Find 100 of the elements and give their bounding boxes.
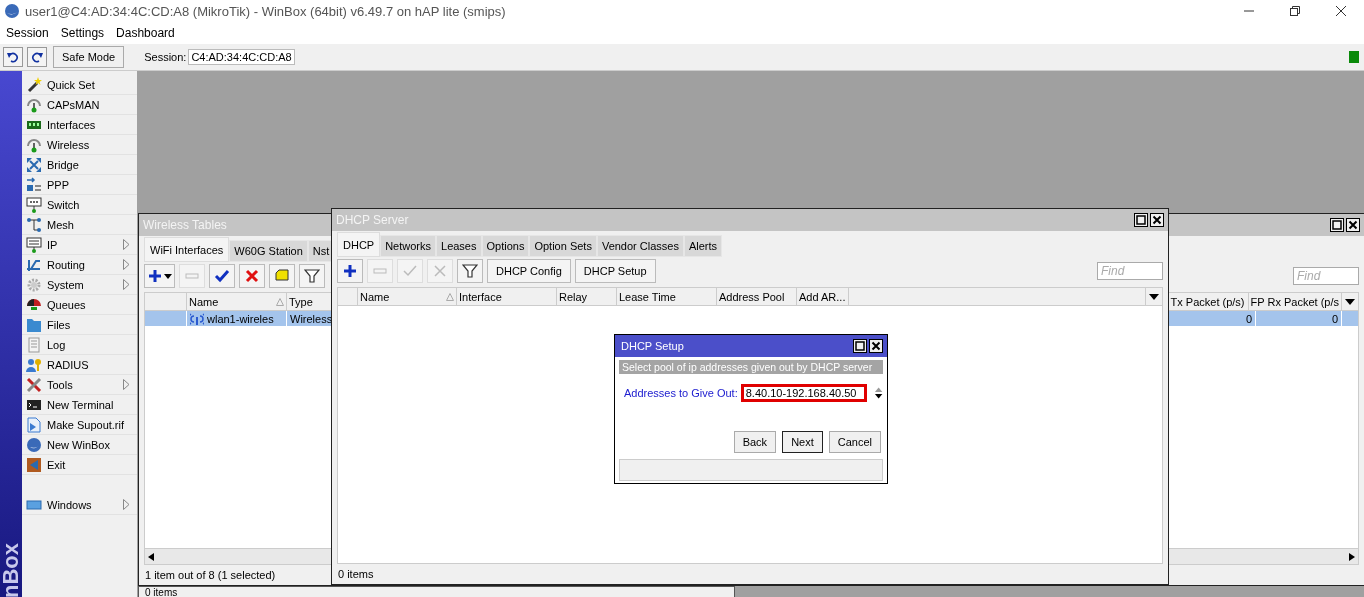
exit-icon	[26, 456, 42, 473]
sidebar-item[interactable]: Tools	[22, 375, 137, 395]
column-header[interactable]: Add AR...	[797, 288, 849, 305]
column-header[interactable]: Relay	[557, 288, 617, 305]
toolbar-button[interactable]: DHCP Config	[487, 259, 571, 283]
undo-icon	[7, 51, 19, 63]
column-header[interactable]: FP Rx Packet (p/s	[1248, 293, 1342, 310]
sidebar-item[interactable]: System	[22, 275, 137, 295]
tab[interactable]: DHCP	[337, 232, 381, 257]
sidebar-item[interactable]: New WinBox	[22, 435, 137, 455]
tab[interactable]: Networks	[380, 235, 436, 257]
menu-item[interactable]: Settings	[54, 26, 111, 40]
sidebar-item[interactable]: IP	[22, 235, 137, 255]
cross-icon	[244, 268, 260, 284]
wireless-icon	[190, 312, 204, 325]
add-icon	[342, 263, 358, 279]
find-field[interactable]: Find	[1097, 262, 1163, 280]
session-field[interactable]: C4:AD:34:4C:CD:A8	[188, 49, 295, 65]
check-icon	[402, 263, 418, 279]
tab[interactable]: WiFi Interfaces	[144, 237, 230, 262]
restore-icon[interactable]	[1290, 6, 1300, 16]
window-title: user1@C4:AD:34:4C:CD:A8 (MikroTik) - WinBox (64bit) v6.49.7 on hAP lite (smips)	[25, 3, 506, 19]
tab[interactable]: Option Sets	[529, 235, 597, 257]
maximize-icon[interactable]	[1134, 213, 1148, 227]
spinner-arrows-icon[interactable]	[873, 386, 883, 400]
sidebar-item[interactable]: Log	[22, 335, 137, 355]
column-header[interactable]: Lease Time	[617, 288, 717, 305]
disable-button[interactable]	[239, 264, 265, 288]
column-header[interactable]: Name	[187, 293, 287, 310]
dialog-button[interactable]: Cancel	[828, 431, 881, 453]
switch-icon	[26, 196, 42, 213]
undo-button[interactable]	[3, 47, 23, 67]
antenna-icon	[26, 136, 42, 153]
redo-button[interactable]	[27, 47, 47, 67]
column-header[interactable]: Address Pool	[717, 288, 797, 305]
sidebar-item[interactable]: Routing	[22, 255, 137, 275]
table-cell: 0	[1331, 312, 1338, 325]
sidebar-item[interactable]: RADIUS	[22, 355, 137, 375]
menu-item[interactable]: Dashboard	[110, 26, 181, 40]
tab[interactable]: Vendor Classes	[596, 235, 684, 257]
find-field[interactable]: Find	[1293, 267, 1359, 285]
sidebar-item[interactable]: Switch	[22, 195, 137, 215]
filter-icon	[304, 268, 320, 284]
sidebar-item[interactable]: Queues	[22, 295, 137, 315]
maximize-icon[interactable]	[853, 339, 867, 353]
dropdown-arrow-icon[interactable]	[1345, 298, 1355, 305]
tab[interactable]: Leases	[436, 235, 482, 257]
table-cell: Wireless	[290, 312, 333, 325]
scroll-right-icon[interactable]	[1347, 552, 1355, 561]
filter-button[interactable]	[299, 264, 325, 288]
maximize-icon[interactable]	[1330, 218, 1344, 232]
add-button[interactable]	[144, 264, 175, 288]
sort-icon	[446, 292, 454, 301]
filter-button[interactable]	[457, 259, 483, 283]
sidebar-item[interactable]: Make Supout.rif	[22, 415, 137, 435]
close-icon[interactable]	[1346, 218, 1360, 232]
dialog-button[interactable]: Back	[733, 431, 777, 453]
tab[interactable]: Alerts	[683, 235, 723, 257]
close-icon[interactable]	[869, 339, 883, 353]
antenna-icon	[26, 96, 42, 113]
add-button[interactable]	[337, 259, 363, 283]
safe-mode-button[interactable]: Safe Mode	[53, 46, 125, 68]
scroll-left-icon[interactable]	[148, 552, 156, 561]
sort-icon	[276, 297, 284, 306]
enable-button[interactable]	[209, 264, 235, 288]
address-range-field[interactable]: 8.40.10-192.168.40.50	[740, 384, 867, 402]
circle-logo-icon	[26, 436, 42, 453]
sidebar-item[interactable]: Exit	[22, 455, 137, 475]
column-header[interactable]: Interface	[457, 288, 557, 305]
add-icon	[147, 268, 163, 284]
sidebar-item[interactable]: Interfaces	[22, 115, 137, 135]
users-icon	[26, 356, 42, 373]
table-cell: 0	[1245, 312, 1252, 325]
table-cell: wlan1-wireles	[207, 312, 274, 325]
close-icon[interactable]	[1336, 6, 1346, 16]
dialog-heading: Select pool of ip addresses given out by DHCP server	[619, 360, 883, 374]
redo-icon	[31, 51, 43, 63]
sidebar-item[interactable]: Files	[22, 315, 137, 335]
status-text: 0 items	[338, 568, 374, 580]
tab[interactable]: W60G Station	[229, 240, 308, 262]
dialog-button[interactable]: Next	[782, 431, 823, 453]
document-icon	[26, 336, 42, 353]
comment-button[interactable]	[269, 264, 295, 288]
toolbar-button[interactable]: DHCP Setup	[574, 259, 656, 283]
sidebar-item[interactable]: PPP	[22, 175, 137, 195]
gauge-icon	[26, 296, 42, 313]
folder-icon	[26, 316, 42, 333]
tab[interactable]: Options	[481, 235, 530, 257]
wand-icon	[26, 76, 42, 93]
column-header[interactable]: Name	[358, 288, 457, 305]
tools-icon	[26, 376, 42, 393]
close-icon[interactable]	[1150, 213, 1164, 227]
sidebar-item[interactable]: Mesh	[22, 215, 137, 235]
sidebar-item[interactable]: New Terminal	[22, 395, 137, 415]
sidebar-item[interactable]: Bridge	[22, 155, 137, 175]
field-label: Addresses to Give Out:	[624, 387, 738, 399]
gear-icon	[26, 276, 42, 293]
dropdown-arrow-icon[interactable]	[1149, 293, 1159, 300]
menu-item[interactable]: Session	[0, 26, 55, 40]
sidebar-item[interactable]: Windows	[22, 495, 137, 515]
